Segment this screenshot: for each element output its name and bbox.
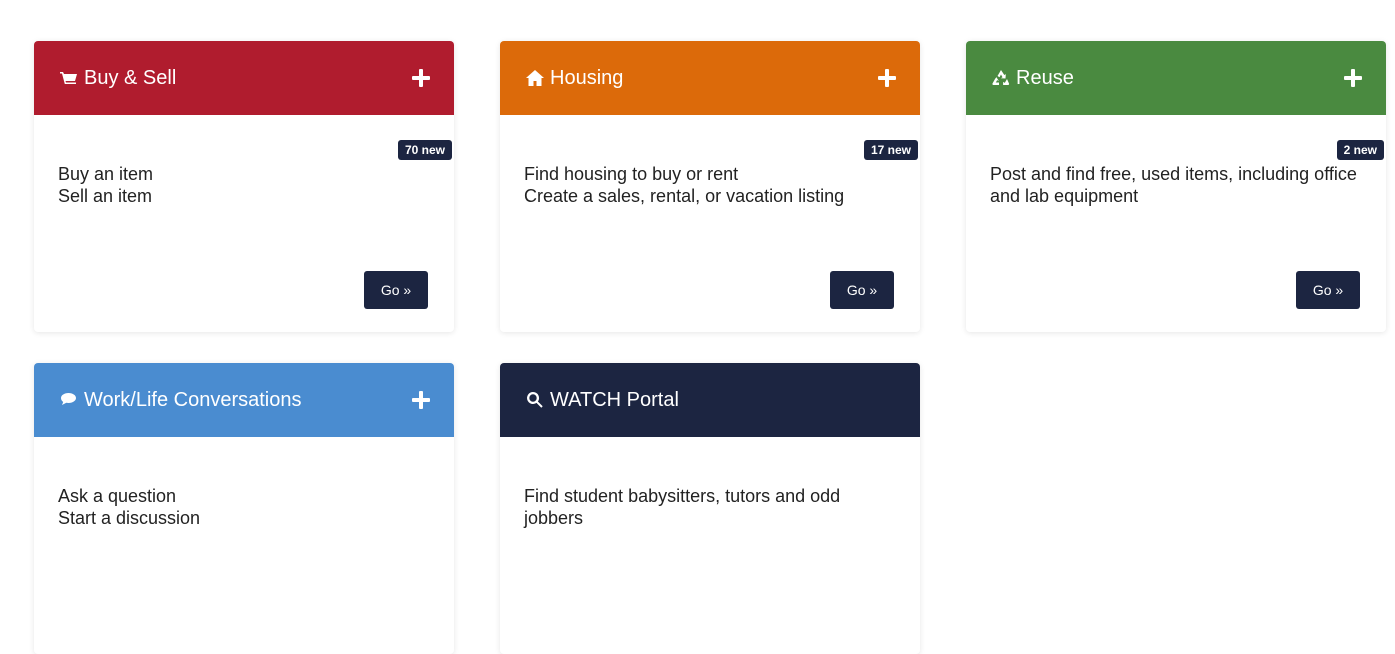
new-count-badge: 70 new — [397, 140, 452, 160]
card-body: 17 new Find housing to buy or rent Creat… — [500, 115, 920, 332]
description-line: Start a discussion — [58, 508, 201, 528]
card-title: Housing — [550, 66, 624, 89]
card-title: Reuse — [1016, 66, 1074, 89]
home-icon — [524, 67, 546, 89]
card-title: Buy & Sell — [84, 66, 177, 89]
description-line: Sell an item — [58, 186, 153, 206]
card-worklife: Work/Life Conversations Ask a question S… — [34, 363, 454, 654]
card-housing: Housing 17 new Find housing to buy or re… — [500, 41, 920, 332]
new-count-badge: 17 new — [863, 140, 918, 160]
card-body: 2 new Post and find free, used items, in… — [966, 115, 1386, 332]
card-title: WATCH Portal — [550, 388, 679, 411]
description-line: Create a sales, rental, or vacation list… — [524, 186, 845, 206]
expand-plus-icon[interactable] — [412, 391, 430, 409]
card-buy-sell: Buy & Sell 70 new Buy an item Sell an it… — [34, 41, 454, 332]
description-line: Buy an item — [58, 164, 154, 184]
description-line: Find housing to buy or rent — [524, 164, 739, 184]
recycle-icon — [990, 67, 1012, 89]
expand-plus-icon[interactable] — [412, 69, 430, 87]
card-header[interactable]: Reuse — [966, 41, 1386, 115]
go-button[interactable]: Go » — [830, 271, 894, 309]
card-body: 70 new Buy an item Sell an item Go » — [34, 115, 454, 332]
card-header[interactable]: Housing — [500, 41, 920, 115]
new-count-badge: 2 new — [1336, 140, 1384, 160]
go-button[interactable]: Go » — [1296, 271, 1360, 309]
description-line: Post and find free, used items, includin… — [990, 164, 1357, 206]
description-line: Find student babysitters, tutors and odd… — [524, 486, 841, 528]
expand-plus-icon[interactable] — [878, 69, 896, 87]
card-header[interactable]: Buy & Sell — [34, 41, 454, 115]
search-icon — [524, 389, 546, 411]
go-button[interactable]: Go » — [364, 271, 428, 309]
card-body: Ask a question Start a discussion — [34, 437, 454, 654]
card-watch-portal: WATCH Portal Find student babysitters, t… — [500, 363, 920, 654]
cart-icon — [58, 67, 80, 89]
description-line: Ask a question — [58, 486, 177, 506]
chat-icon — [58, 389, 80, 411]
card-header[interactable]: Work/Life Conversations — [34, 363, 454, 437]
card-title: Work/Life Conversations — [84, 388, 302, 411]
card-body: Find student babysitters, tutors and odd… — [500, 437, 920, 654]
card-reuse: Reuse 2 new Post and find free, used ite… — [966, 41, 1386, 332]
card-header[interactable]: WATCH Portal — [500, 363, 920, 437]
expand-plus-icon[interactable] — [1344, 69, 1362, 87]
